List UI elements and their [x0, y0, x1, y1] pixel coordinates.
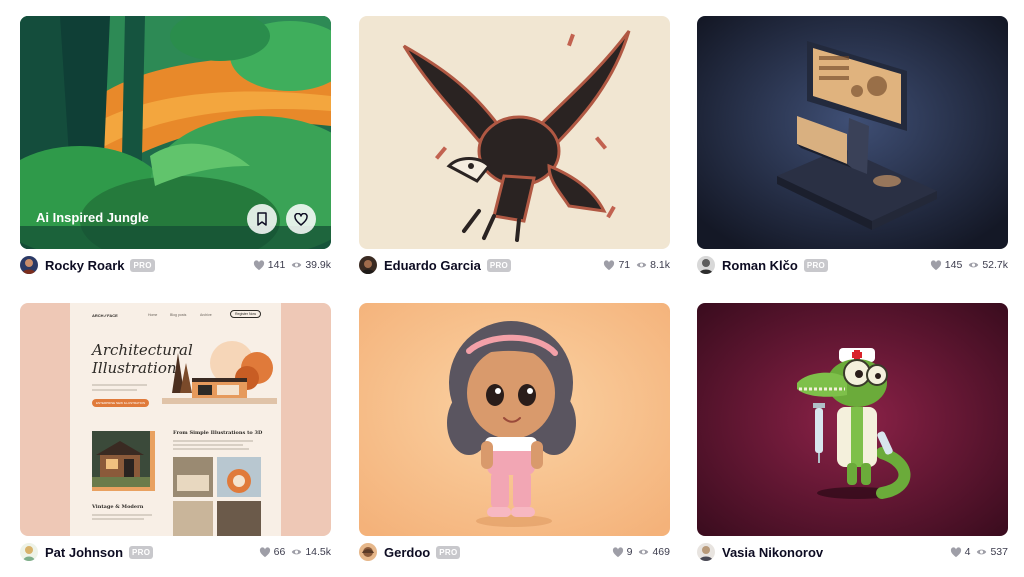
views-count-group: 14.5k: [291, 546, 331, 558]
like-button[interactable]: [286, 204, 316, 234]
shot-card[interactable]: Vasia Nikonorov 4 537: [697, 303, 1008, 562]
mock-nav-home: Home: [148, 313, 158, 317]
likes-count-group: 71: [603, 259, 630, 271]
author-name[interactable]: Gerdoo: [384, 545, 430, 560]
likes-count-group: 141: [253, 259, 286, 271]
pro-badge: PRO: [130, 258, 155, 272]
shot-thumbnail[interactable]: [697, 303, 1008, 536]
shot-card[interactable]: ARCH ⁄⁄ FACE Home Blog posts Archive Reg…: [20, 303, 331, 562]
heart-icon: [294, 212, 308, 226]
avatar[interactable]: [359, 543, 377, 561]
author-name[interactable]: Roman Klčo: [722, 258, 798, 273]
likes-count: 4: [964, 546, 971, 558]
avatar[interactable]: [697, 543, 715, 561]
shot-card[interactable]: Eduardo Garcia PRO 71 8.1k: [359, 16, 670, 275]
views-count: 14.5k: [305, 546, 331, 558]
views-count: 8.1k: [650, 259, 670, 271]
eye-icon: [292, 549, 302, 555]
shot-card[interactable]: Gerdoo PRO 9 469: [359, 303, 670, 562]
eye-icon: [977, 549, 987, 555]
eagle-artwork: [359, 16, 670, 249]
author-name[interactable]: Pat Johnson: [45, 545, 123, 560]
likes-count: 71: [618, 259, 631, 271]
eye-icon: [969, 262, 979, 268]
shot-meta: Rocky Roark PRO 141 39.9k: [20, 255, 331, 275]
shot-thumbnail[interactable]: Ai Inspired Jungle: [20, 16, 331, 249]
pro-badge: PRO: [803, 258, 829, 272]
mock-nav-archive: Archive: [200, 313, 212, 317]
views-count-group: 39.9k: [291, 259, 331, 271]
heart-icon: [930, 259, 941, 270]
shot-meta: Pat Johnson PRO 66 14.5k: [20, 542, 331, 562]
pro-badge: PRO: [129, 545, 154, 559]
shot-title: Ai Inspired Jungle: [36, 210, 149, 225]
shot-thumbnail[interactable]: [359, 16, 670, 249]
likes-count: 145: [944, 259, 963, 271]
eye-icon: [636, 262, 647, 268]
mock-pill: ENTERPRISE NEW ILLUSTRATION: [92, 399, 150, 407]
shot-meta: Gerdoo PRO 9 469: [359, 542, 670, 562]
views-count-group: 52.7k: [968, 259, 1008, 271]
landing-page-mock: ARCH ⁄⁄ FACE Home Blog posts Archive Reg…: [70, 303, 281, 536]
views-count: 39.9k: [305, 259, 331, 271]
bookmark-icon: [257, 212, 267, 226]
mock-brand: ARCH ⁄⁄ FACE: [92, 313, 118, 318]
pro-badge: PRO: [436, 545, 461, 559]
pro-badge: PRO: [486, 258, 512, 272]
shot-stats: 141 39.9k: [253, 259, 331, 271]
heart-icon: [950, 546, 961, 557]
mock-gallery: [173, 457, 261, 536]
mock-section-1: From Simple Illustrations to 3D: [173, 430, 263, 436]
views-count: 52.7k: [982, 259, 1008, 271]
shot-thumbnail[interactable]: [359, 303, 670, 536]
avatar[interactable]: [20, 543, 38, 561]
avatar[interactable]: [359, 256, 377, 274]
shot-stats: 71 8.1k: [603, 259, 670, 271]
save-button[interactable]: [247, 204, 277, 234]
likes-count-group: 66: [259, 546, 286, 558]
shot-thumbnail[interactable]: ARCH ⁄⁄ FACE Home Blog posts Archive Reg…: [20, 303, 331, 536]
girl-character-artwork: [359, 303, 670, 536]
likes-count-group: 145: [930, 259, 963, 271]
eye-icon: [292, 262, 302, 268]
shot-stats: 4 537: [950, 546, 1008, 558]
likes-count-group: 4: [950, 546, 971, 558]
likes-count: 9: [626, 546, 633, 558]
heart-icon: [604, 259, 615, 270]
shot-meta: Roman Klčo PRO 145 52.7k: [697, 255, 1008, 275]
mock-house-photo: [92, 431, 150, 487]
views-count-group: 469: [638, 546, 670, 558]
shot-card[interactable]: Ai Inspired Jungle Rocky Roark PRO 141 3…: [20, 16, 331, 275]
likes-count: 141: [267, 259, 286, 271]
views-count: 537: [990, 546, 1008, 558]
shot-stats: 66 14.5k: [259, 546, 331, 558]
author-name[interactable]: Eduardo Garcia: [384, 258, 481, 273]
author-name[interactable]: Vasia Nikonorov: [722, 545, 823, 560]
heart-icon: [612, 546, 623, 557]
avatar[interactable]: [697, 256, 715, 274]
shot-card[interactable]: Roman Klčo PRO 145 52.7k: [697, 16, 1008, 275]
shot-stats: 9 469: [612, 546, 670, 558]
heart-icon: [259, 546, 270, 557]
mock-hero-illustration: [162, 341, 277, 404]
views-count-group: 8.1k: [636, 259, 670, 271]
views-count-group: 537: [976, 546, 1008, 558]
shot-stats: 145 52.7k: [930, 259, 1008, 271]
device-artwork: [697, 16, 1008, 249]
likes-count-group: 9: [612, 546, 633, 558]
mock-cta: Register Now: [230, 310, 262, 318]
avatar[interactable]: [20, 256, 38, 274]
shot-meta: Eduardo Garcia PRO 71 8.1k: [359, 255, 670, 275]
shot-meta: Vasia Nikonorov 4 537: [697, 542, 1008, 562]
shot-thumbnail[interactable]: [697, 16, 1008, 249]
heart-icon: [253, 259, 264, 270]
eye-icon: [639, 549, 649, 555]
crocodile-doctor-artwork: [697, 303, 1008, 536]
mock-nav-blog: Blog posts: [170, 313, 187, 317]
likes-count: 66: [273, 546, 286, 558]
author-name[interactable]: Rocky Roark: [45, 258, 124, 273]
views-count: 469: [652, 546, 670, 558]
mock-section-2: Vintage & Modern: [92, 504, 144, 510]
